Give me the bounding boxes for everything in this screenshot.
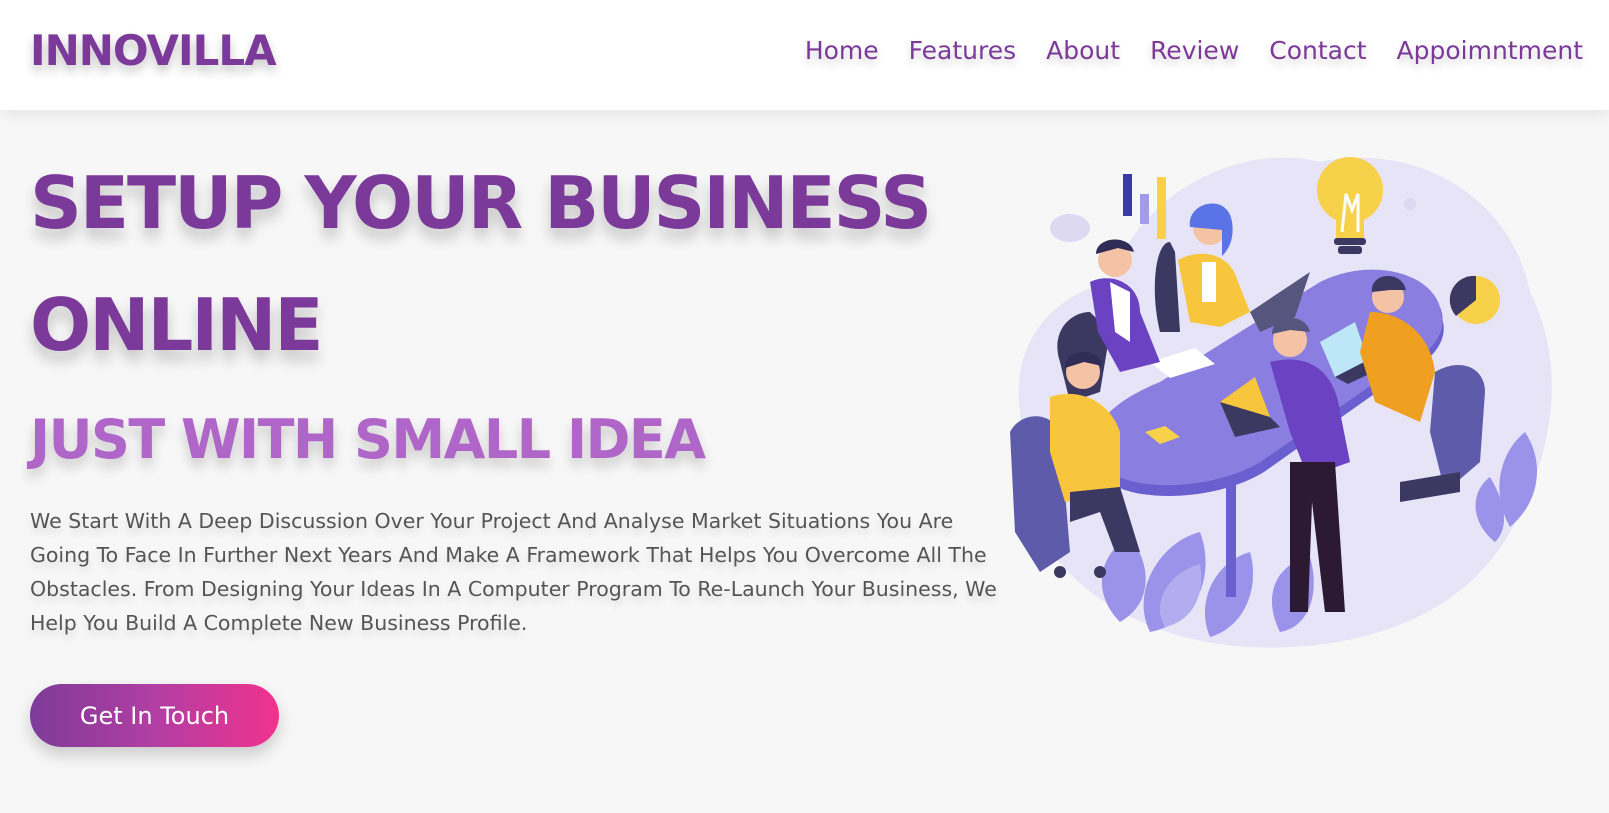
hero-subtitle: JUST WITH SMALL IDEA — [30, 408, 706, 471]
navbar: INNOVILLA Home Features About Review Con… — [0, 0, 1609, 110]
nav-link-home[interactable]: Home — [805, 36, 879, 65]
main-nav: Home Features About Review Contact Appoi… — [805, 36, 1583, 65]
hero-title: SETUP YOUR BUSINESS ONLINE — [30, 161, 932, 367]
team-meeting-illustration — [1010, 157, 1552, 648]
nav-link-contact[interactable]: Contact — [1269, 36, 1366, 65]
hero-description: We Start With A Deep Discussion Over You… — [30, 509, 997, 635]
nav-link-features[interactable]: Features — [909, 36, 1017, 65]
nav-link-review[interactable]: Review — [1150, 36, 1239, 65]
brand-logo[interactable]: INNOVILLA — [30, 26, 277, 75]
nav-link-about[interactable]: About — [1046, 36, 1120, 65]
nav-link-appointment[interactable]: Appoimntment — [1397, 36, 1583, 65]
get-in-touch-button[interactable]: Get In Touch — [30, 684, 279, 747]
